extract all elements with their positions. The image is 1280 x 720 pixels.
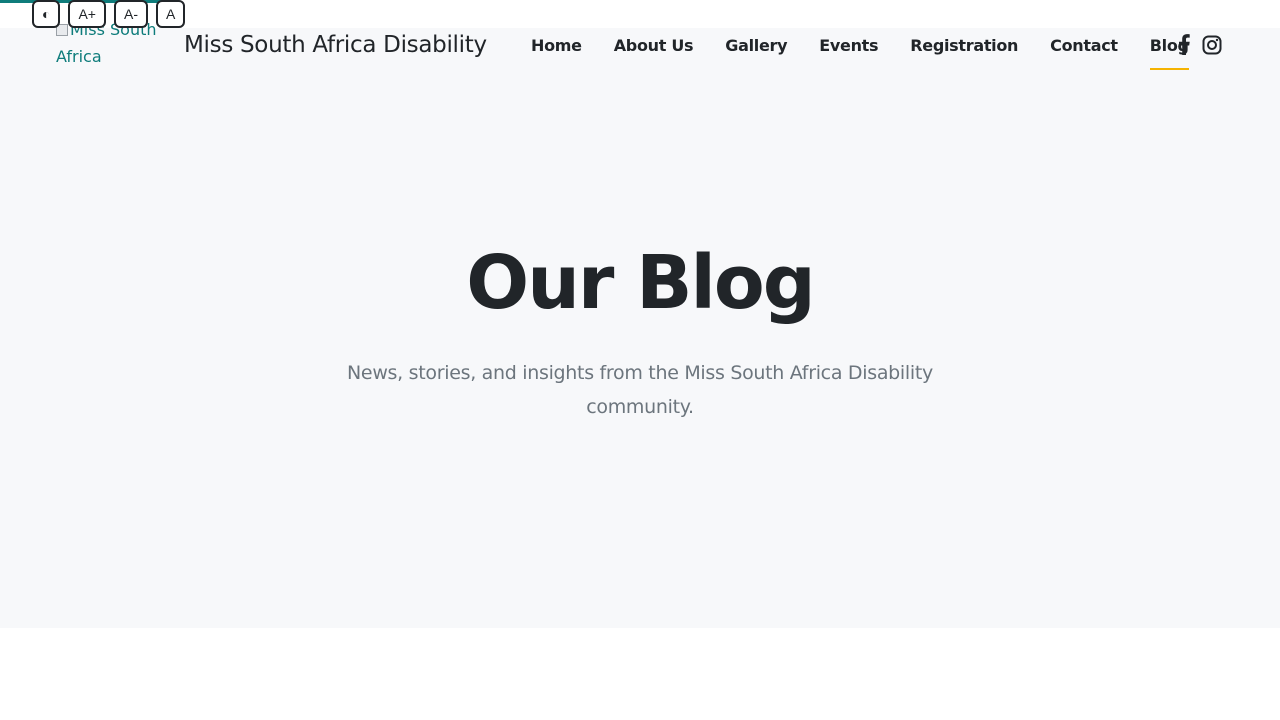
hero-section: Our Blog News, stories, and insights fro…: [0, 28, 1280, 628]
contrast-toggle-button[interactable]: ◐: [32, 0, 61, 28]
nav-item-events[interactable]: Events: [819, 36, 878, 62]
instagram-link[interactable]: [1202, 35, 1222, 55]
nav-item-about-us[interactable]: About Us: [614, 36, 694, 62]
reset-text-button[interactable]: A: [155, 0, 186, 28]
accessibility-toolbar: ◐ A+ A- A: [32, 0, 186, 28]
main-navbar: Miss South Africa Miss South Africa Disa…: [0, 20, 1280, 72]
social-links: [1178, 34, 1222, 55]
nav-links: Home About Us Gallery Events Registratio…: [531, 36, 1189, 70]
page-title: Our Blog: [466, 240, 815, 326]
facebook-link[interactable]: [1178, 34, 1190, 55]
instagram-icon: [1202, 35, 1222, 54]
nav-item-gallery[interactable]: Gallery: [725, 36, 787, 62]
increase-text-button[interactable]: A+: [68, 0, 106, 28]
nav-item-contact[interactable]: Contact: [1050, 36, 1118, 62]
decrease-text-button[interactable]: A-: [113, 0, 148, 28]
nav-item-registration[interactable]: Registration: [910, 36, 1018, 62]
site-title[interactable]: Miss South Africa Disability: [184, 32, 487, 58]
page-subtitle: News, stories, and insights from the Mis…: [347, 362, 933, 418]
nav-item-home[interactable]: Home: [531, 36, 582, 62]
facebook-icon: [1179, 34, 1190, 55]
